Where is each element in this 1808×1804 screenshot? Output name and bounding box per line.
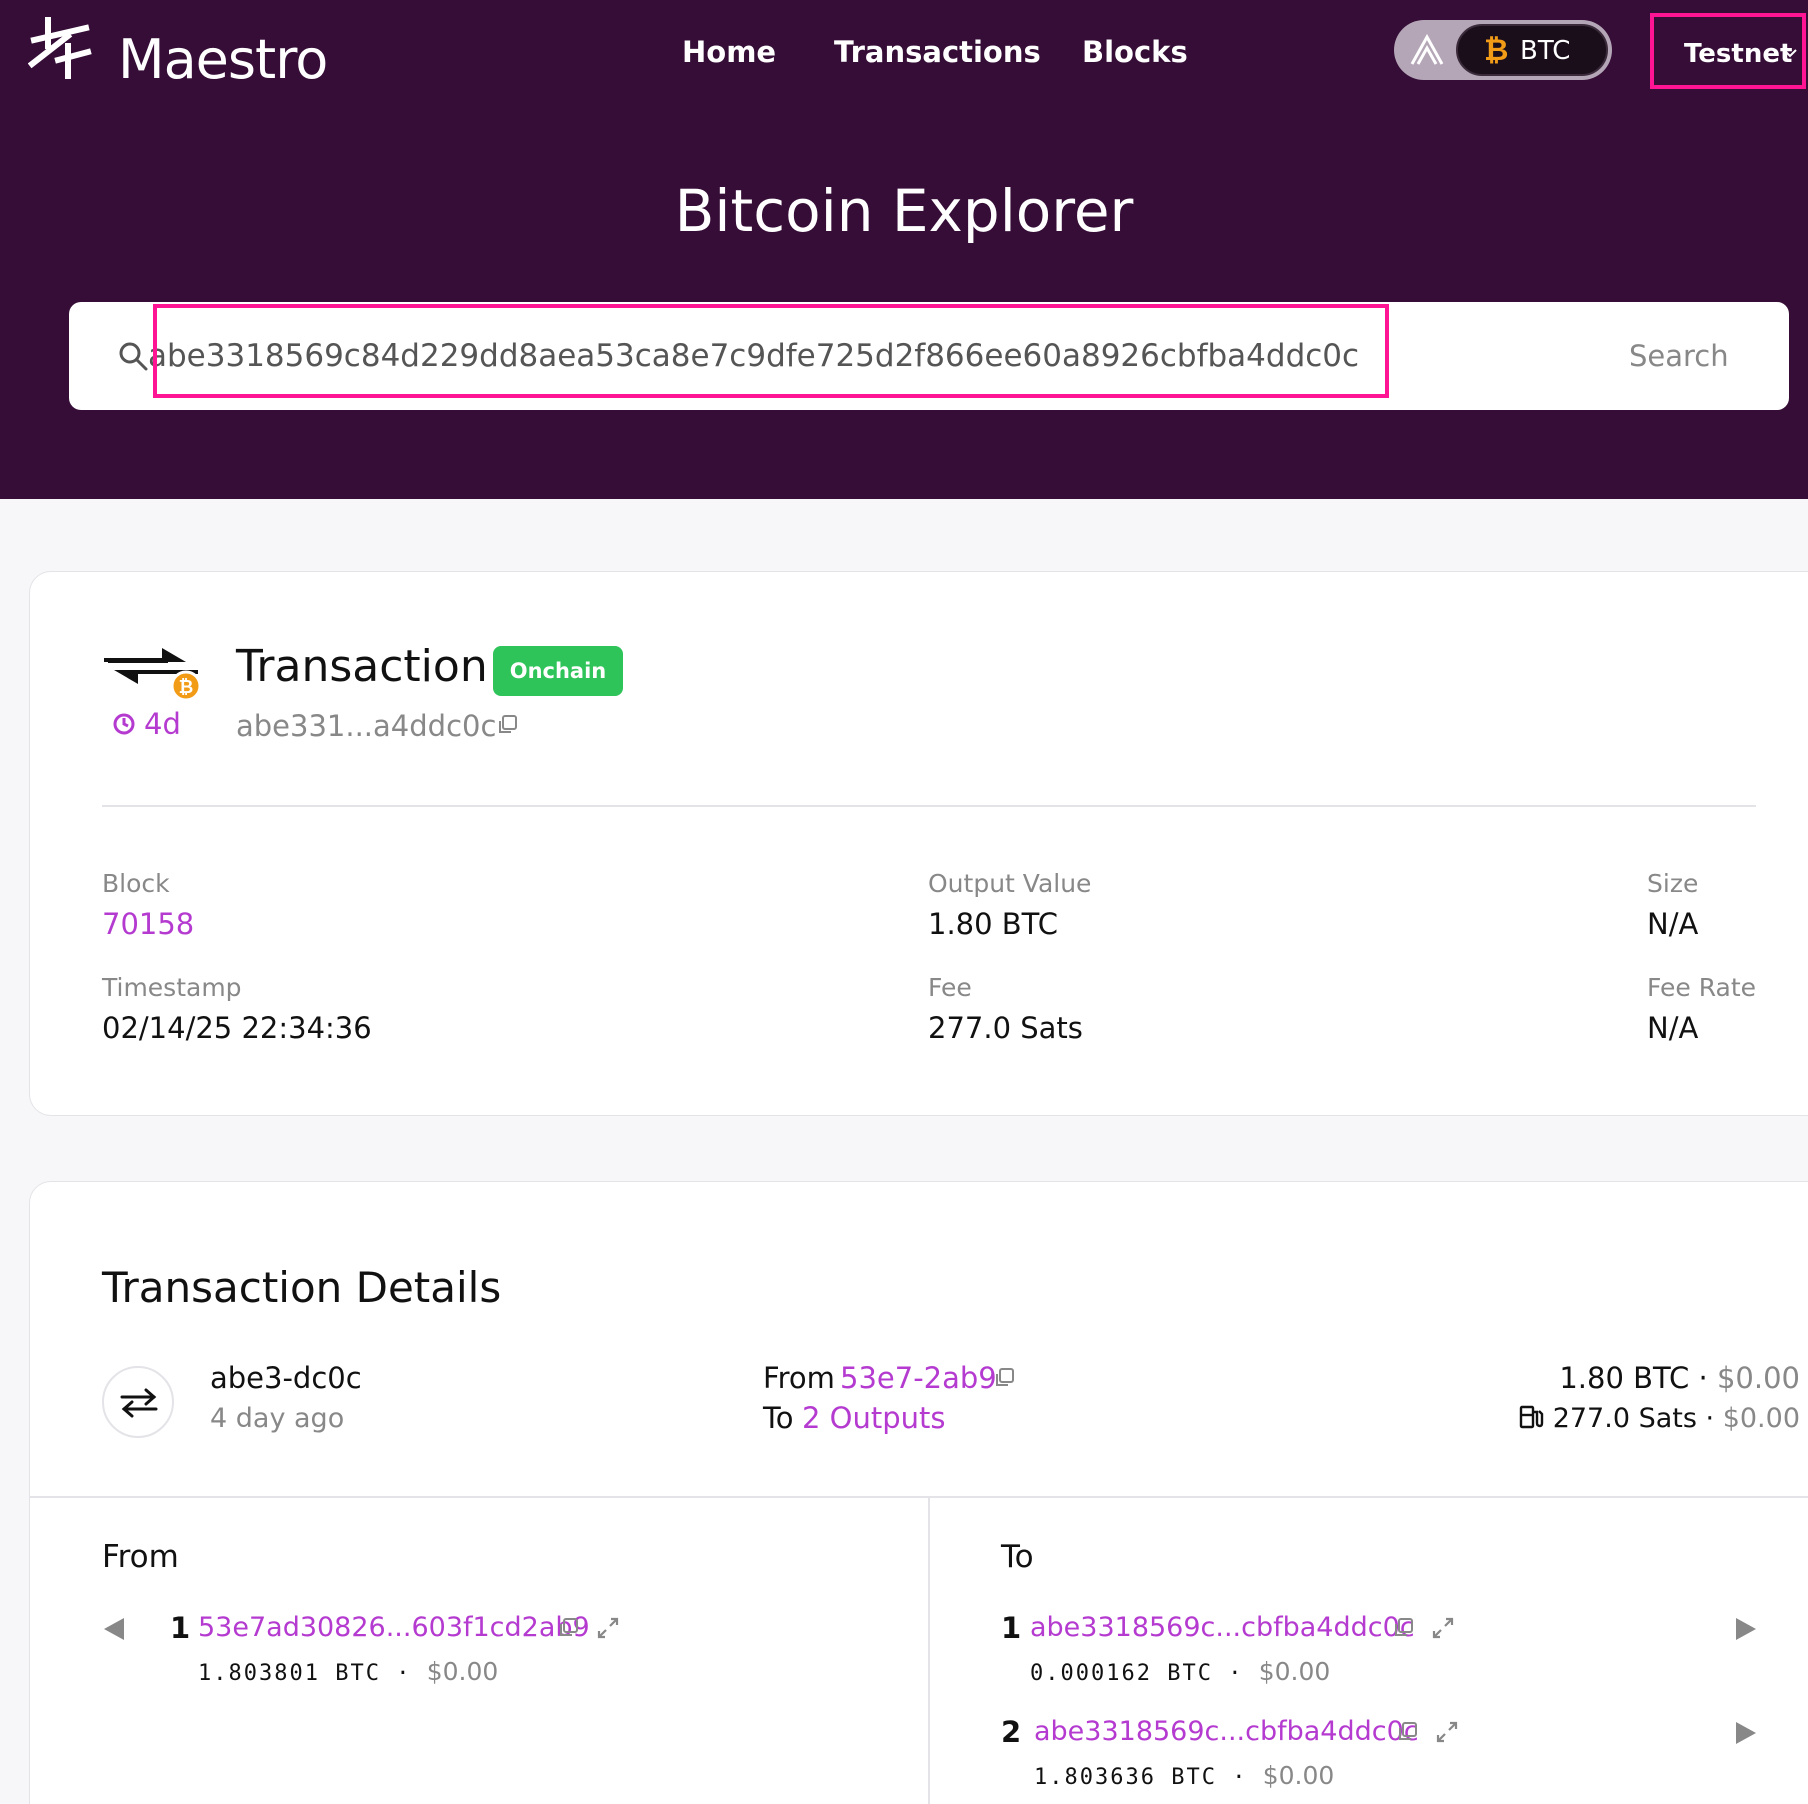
separator-dot: · [396,1661,412,1686]
to-item-index: 2 [1001,1715,1022,1749]
from-to-divider [928,1498,930,1804]
fee-label: Fee [928,973,972,1002]
fee-rate-value: N/A [1647,1011,1699,1045]
to-section-label: To [1001,1539,1034,1575]
arrow-right-icon[interactable] [1736,1720,1758,1746]
block-link[interactable]: 70158 [102,906,194,942]
summary-fee-usd: $0.00 [1722,1403,1800,1434]
copy-icon[interactable] [557,1617,579,1639]
chevron-down-icon [1783,49,1797,58]
separator-dot: · [1698,1361,1708,1395]
to-item-amount: 1.803636 BTC · $0.00 [1034,1761,1334,1793]
output-value: 1.80 BTC [928,907,1058,941]
timestamp-label: Timestamp [102,973,242,1002]
chain-switcher[interactable]: ₿ BTC [1394,20,1612,80]
nav-home[interactable]: Home [682,32,776,72]
arrow-left-icon[interactable] [102,1616,124,1642]
chain-btc-option[interactable]: ₿ BTC [1456,24,1608,76]
separator-dot: · [1705,1403,1715,1434]
fee-value: 277.0 Sats [928,1011,1083,1045]
to-item-usd: $0.00 [1258,1657,1331,1686]
svg-text:₿: ₿ [179,677,194,698]
summary-to-label: To [763,1401,794,1435]
network-label: Testnet [1684,39,1793,69]
to-item-amount-value: 0.000162 BTC [1030,1661,1213,1686]
search-input[interactable] [69,302,1469,410]
network-dropdown[interactable]: Testnet [1650,13,1806,89]
transaction-title: Transaction [236,641,488,692]
summary-to-link[interactable]: 2 Outputs [802,1400,946,1436]
brand-name[interactable]: Maestro [118,28,328,92]
size-value: N/A [1647,907,1699,941]
copy-icon[interactable] [496,714,518,736]
nav-blocks[interactable]: Blocks [1082,32,1188,72]
summary-from-label: From [763,1361,835,1395]
summary-tx-short[interactable]: abe3-dc0c [210,1360,362,1396]
transaction-hash: abe331...a4ddc0c [236,709,497,743]
summary-amount-usd: $0.00 [1716,1361,1800,1395]
from-item-amount-value: 1.803801 BTC [198,1661,381,1686]
summary-fee: 277.0 Sats · $0.00 [1470,1402,1800,1436]
copy-icon[interactable] [1392,1617,1414,1639]
copy-icon[interactable] [993,1367,1015,1389]
output-value-label: Output Value [928,869,1092,898]
expand-icon[interactable] [596,1616,620,1640]
block-label: Block [102,869,170,898]
summary-amount-value: 1.80 BTC [1559,1361,1690,1395]
transaction-details-card: Transaction Details abe3-dc0c 4 day ago … [29,1181,1808,1804]
fee-rate-label: Fee Rate [1647,973,1757,1002]
transaction-summary-card: ₿ 4d Transaction Onchain abe331...a4ddc0… [29,571,1808,1116]
bitcoin-icon: ₿ [1484,33,1509,68]
transaction-age: 4d [144,707,181,741]
fuel-icon [1519,1405,1544,1429]
summary-age: 4 day ago [210,1403,345,1434]
from-item-amount: 1.803801 BTC · $0.00 [198,1657,498,1689]
expand-icon[interactable] [1431,1616,1455,1640]
chain-btc-label: BTC [1520,36,1571,66]
nav-transactions[interactable]: Transactions [834,32,1041,72]
from-section-label: From [102,1539,179,1575]
maestro-logo-icon[interactable] [28,16,92,80]
timestamp-value: 02/14/25 22:34:36 [102,1011,372,1045]
ethereum-icon[interactable] [1410,34,1444,66]
search-bar: Search [69,302,1789,410]
to-item-amount: 0.000162 BTC · $0.00 [1030,1657,1330,1689]
transaction-icon: ₿ [104,648,200,702]
details-divider [30,1496,1808,1498]
details-title: Transaction Details [102,1263,502,1312]
from-item-hash[interactable]: 53e7ad30826...603f1cd2ab9 [198,1611,590,1645]
separator-dot: · [1232,1765,1248,1790]
size-label: Size [1647,869,1699,898]
to-item-hash[interactable]: abe3318569c...cbfba4ddc0c [1034,1715,1419,1749]
swap-icon [120,1388,158,1418]
to-item-hash[interactable]: abe3318569c...cbfba4ddc0c [1030,1611,1415,1645]
summary-fee-value: 277.0 Sats [1552,1403,1697,1434]
arrow-right-icon[interactable] [1736,1616,1758,1642]
expand-icon[interactable] [1435,1720,1459,1744]
summary-divider [102,805,1756,807]
from-item-index: 1 [170,1611,191,1645]
summary-from-link[interactable]: 53e7-2ab9 [840,1360,997,1396]
swap-badge [102,1366,174,1438]
status-badge: Onchain [493,646,623,696]
from-item-usd: $0.00 [426,1657,499,1686]
clock-icon [113,713,135,735]
to-item-usd: $0.00 [1262,1761,1335,1790]
copy-icon[interactable] [1396,1721,1418,1743]
page-title: Bitcoin Explorer [674,177,1134,245]
summary-amount: 1.80 BTC · $0.00 [1520,1360,1800,1396]
to-item-amount-value: 1.803636 BTC [1034,1765,1217,1790]
search-button[interactable]: Search [1629,336,1729,376]
to-item-index: 1 [1001,1611,1022,1645]
separator-dot: · [1228,1661,1244,1686]
